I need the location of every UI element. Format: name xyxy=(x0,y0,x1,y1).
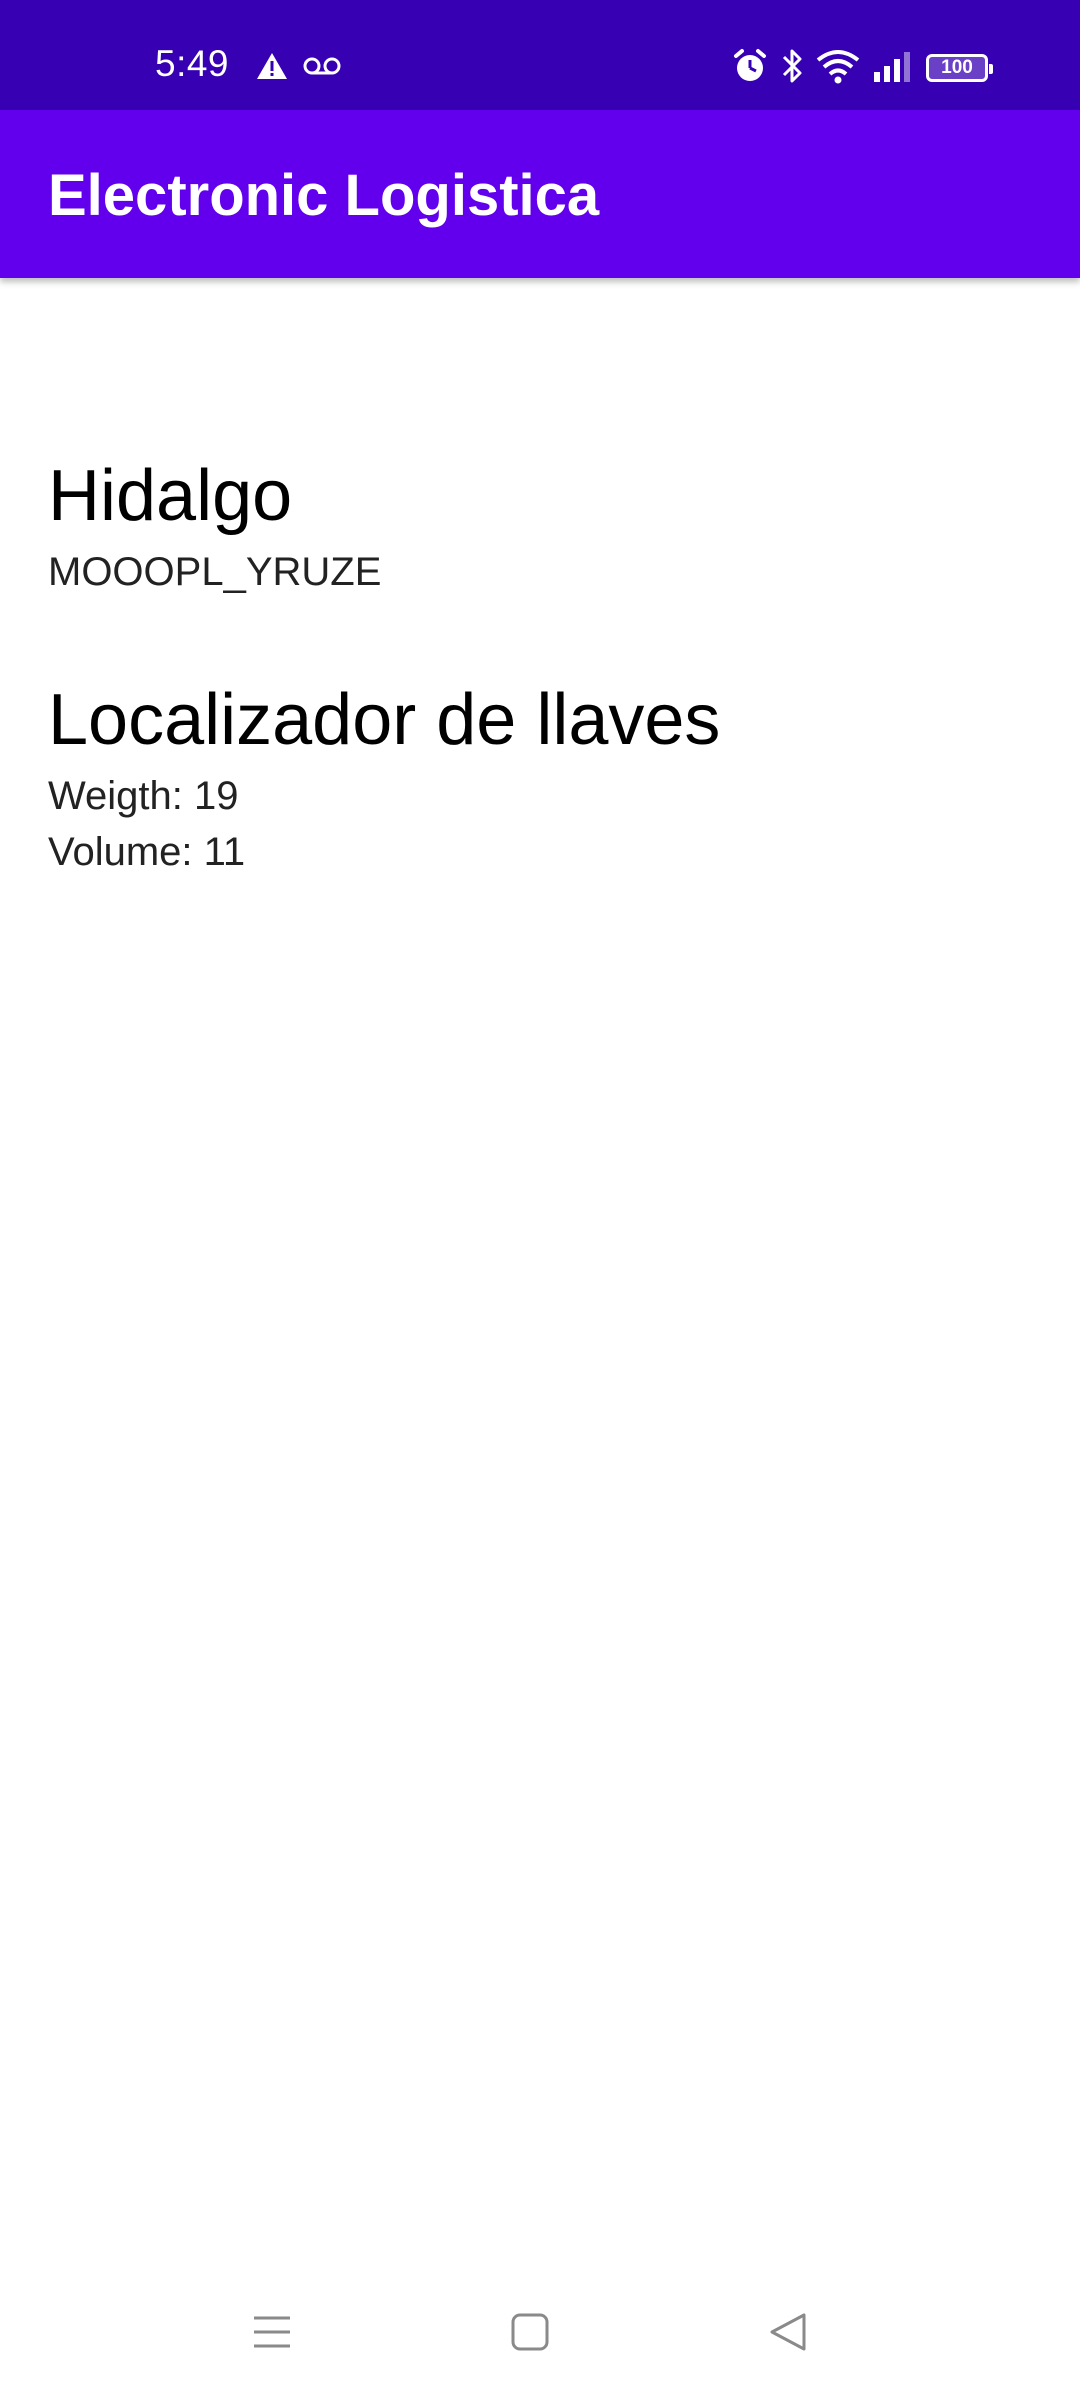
wifi-icon xyxy=(816,48,860,89)
battery-level: 100 xyxy=(941,57,973,78)
warning-icon xyxy=(255,51,289,86)
back-button[interactable] xyxy=(756,2302,820,2366)
battery-icon: 100 xyxy=(926,54,993,82)
product-weight: Weigth: 19 xyxy=(48,774,239,818)
status-time: 5:49 xyxy=(155,43,230,84)
product-volume: Volume: 11 xyxy=(48,830,246,874)
status-bar: 5:49 100 xyxy=(0,0,1080,110)
location-code: MOOOPL_YRUZE xyxy=(48,550,382,594)
bluetooth-icon xyxy=(780,47,804,90)
menu-button[interactable] xyxy=(240,2302,304,2366)
alarm-icon xyxy=(732,48,768,89)
home-icon xyxy=(510,2312,550,2357)
status-notification-icons xyxy=(255,48,341,88)
location-name: Hidalgo xyxy=(48,456,293,536)
voicemail-icon xyxy=(303,55,341,82)
app-title: Electronic Logistica xyxy=(48,163,600,228)
status-system-icons: 100 xyxy=(732,46,993,90)
app-bar: Electronic Logistica xyxy=(0,110,1080,278)
menu-icon xyxy=(252,2312,292,2357)
back-icon xyxy=(768,2312,808,2357)
signal-icon xyxy=(872,50,914,87)
home-button[interactable] xyxy=(498,2302,562,2366)
product-name: Localizador de llaves xyxy=(48,680,721,760)
navigation-bar xyxy=(0,2280,1080,2400)
